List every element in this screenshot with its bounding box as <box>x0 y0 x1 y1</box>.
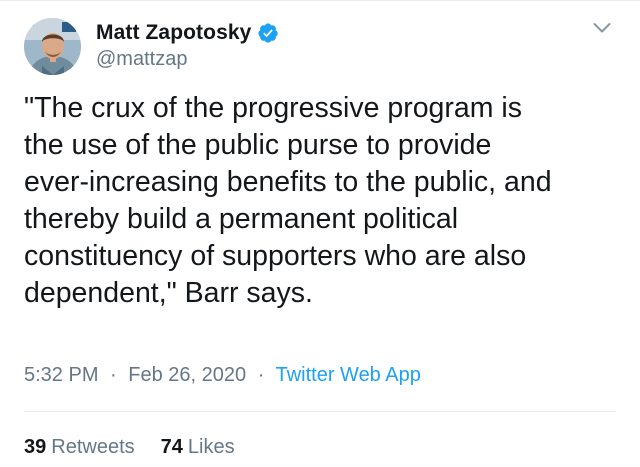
author-name-row: Matt Zapotosky <box>96 20 279 46</box>
retweets-stat[interactable]: 39 Retweets <box>24 436 135 459</box>
author-handle[interactable]: @mattzap <box>96 48 187 71</box>
tweet-text-line: the use of the public purse to provide <box>24 129 492 161</box>
likes-stat[interactable]: 74 Likes <box>161 436 235 459</box>
verified-badge-icon <box>257 22 279 44</box>
chevron-down-icon[interactable] <box>593 22 611 34</box>
tweet-text-line: constituency of supporters who are also <box>24 240 527 272</box>
avatar-photo-icon <box>24 18 81 75</box>
tweet-body: "The crux of the progressive program is … <box>24 90 624 312</box>
tweet-text-line: ever-increasing benefits to the public, … <box>24 166 552 198</box>
retweets-count: 39 <box>24 436 47 458</box>
stats-divider <box>24 411 616 412</box>
tweet-source-link[interactable]: Twitter Web App <box>276 364 421 386</box>
likes-label: Likes <box>187 436 235 458</box>
tweet-meta: 5:32 PM · Feb 26, 2020 · Twitter Web App <box>24 364 421 387</box>
tweet-card: Matt Zapotosky @mattzap "The crux of the… <box>0 0 640 467</box>
author-display-name[interactable]: Matt Zapotosky <box>96 21 251 45</box>
avatar[interactable] <box>24 18 81 75</box>
retweets-label: Retweets <box>51 436 135 458</box>
meta-separator: · <box>110 364 117 386</box>
tweet-text-line: "The crux of the progressive program is <box>24 92 522 124</box>
tweet-text-line: thereby build a permanent political <box>24 203 459 235</box>
tweet-stats: 39 Retweets 74 Likes <box>24 436 261 459</box>
tweet-text-line: dependent," Barr says. <box>24 277 313 309</box>
tweet-date[interactable]: Feb 26, 2020 <box>128 364 246 386</box>
meta-separator: · <box>257 364 265 386</box>
tweet-time[interactable]: 5:32 PM <box>24 364 98 386</box>
likes-count: 74 <box>160 436 183 458</box>
